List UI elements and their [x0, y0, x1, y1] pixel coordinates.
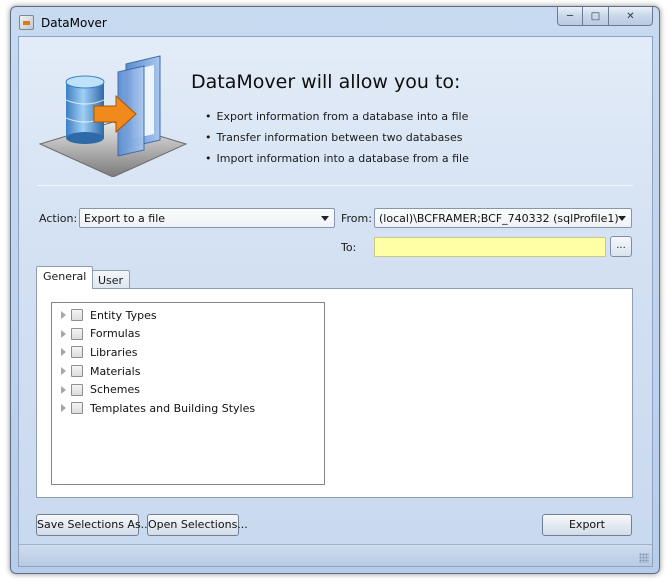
- maximize-icon: □: [590, 10, 601, 22]
- resize-grip-icon[interactable]: [639, 553, 649, 563]
- tree-item-templates[interactable]: Templates and Building Styles: [52, 399, 324, 418]
- tree-item-label: Formulas: [90, 327, 141, 341]
- tree-item-entity-types[interactable]: Entity Types: [52, 306, 324, 325]
- materials-checkbox[interactable]: [71, 365, 83, 378]
- feature-list: Export information from a database into …: [205, 106, 469, 169]
- export-button[interactable]: Export: [542, 514, 632, 536]
- tab-general[interactable]: General: [36, 266, 94, 289]
- expand-arrow-icon[interactable]: [61, 329, 66, 338]
- header-divider: [37, 185, 633, 186]
- formulas-checkbox[interactable]: [71, 327, 83, 340]
- general-tab-panel: Entity Types Formulas Libraries Material…: [36, 288, 633, 498]
- tree-item-label: Entity Types: [90, 308, 157, 322]
- chevron-down-icon: [321, 216, 329, 221]
- expand-arrow-icon[interactable]: [61, 404, 66, 413]
- chevron-down-icon: [618, 216, 626, 221]
- window-controls: ─ □ ✕: [557, 7, 653, 27]
- action-dropdown-value: Export to a file: [84, 212, 166, 225]
- feature-item: Transfer information between two databas…: [205, 127, 469, 148]
- minimize-button[interactable]: ─: [557, 7, 583, 26]
- expand-arrow-icon[interactable]: [61, 385, 66, 394]
- feature-item: Import information into a database from …: [205, 148, 469, 169]
- expand-arrow-icon[interactable]: [61, 348, 66, 357]
- tree-item-schemes[interactable]: Schemes: [52, 380, 324, 399]
- libraries-checkbox[interactable]: [71, 346, 83, 359]
- schemes-checkbox[interactable]: [71, 383, 83, 396]
- tab-user-label: User: [98, 274, 124, 287]
- tab-general-label: General: [43, 270, 87, 283]
- close-button[interactable]: ✕: [609, 7, 653, 26]
- browse-button[interactable]: ...: [610, 236, 632, 257]
- action-dropdown[interactable]: Export to a file: [79, 208, 335, 228]
- tree-item-label: Templates and Building Styles: [90, 401, 256, 415]
- to-label: To:: [341, 241, 357, 254]
- save-selections-button[interactable]: Save Selections As...: [36, 514, 151, 536]
- tree-item-materials[interactable]: Materials: [52, 362, 324, 381]
- from-label: From:: [341, 212, 372, 225]
- page-headline: DataMover will allow you to:: [191, 71, 461, 93]
- minimize-icon: ─: [566, 10, 574, 22]
- maximize-button[interactable]: □: [583, 7, 609, 26]
- from-dropdown-value: (local)\BCFRAMER;BCF_740332 (sqlProfile1…: [379, 212, 619, 225]
- tree-item-label: Materials: [90, 364, 141, 378]
- datamover-window: DataMover ─ □ ✕ DataMover will allow you…: [10, 6, 660, 574]
- selection-tree[interactable]: Entity Types Formulas Libraries Material…: [51, 302, 325, 485]
- tab-user[interactable]: User: [91, 270, 131, 289]
- status-bar: [19, 544, 652, 566]
- templates-checkbox[interactable]: [71, 402, 83, 415]
- title-bar[interactable]: DataMover ─ □ ✕: [11, 7, 659, 37]
- feature-item: Export information from a database into …: [205, 106, 469, 127]
- tree-item-label: Libraries: [90, 345, 138, 359]
- from-dropdown[interactable]: (local)\BCFRAMER;BCF_740332 (sqlProfile1…: [374, 208, 632, 228]
- app-icon: [19, 15, 34, 30]
- expand-arrow-icon[interactable]: [61, 367, 66, 376]
- expand-arrow-icon[interactable]: [61, 311, 66, 320]
- close-icon: ✕: [626, 10, 635, 22]
- tree-item-label: Schemes: [90, 383, 140, 397]
- database-export-illustration: [38, 55, 188, 177]
- tree-item-formulas[interactable]: Formulas: [52, 325, 324, 344]
- entity-types-checkbox[interactable]: [71, 309, 83, 322]
- open-selections-button[interactable]: Open Selections...: [147, 514, 248, 536]
- tree-item-libraries[interactable]: Libraries: [52, 343, 324, 362]
- to-file-input[interactable]: [374, 237, 606, 257]
- action-label: Action:: [39, 212, 78, 225]
- client-area: DataMover will allow you to: Export info…: [18, 36, 653, 567]
- window-title: DataMover: [41, 16, 107, 30]
